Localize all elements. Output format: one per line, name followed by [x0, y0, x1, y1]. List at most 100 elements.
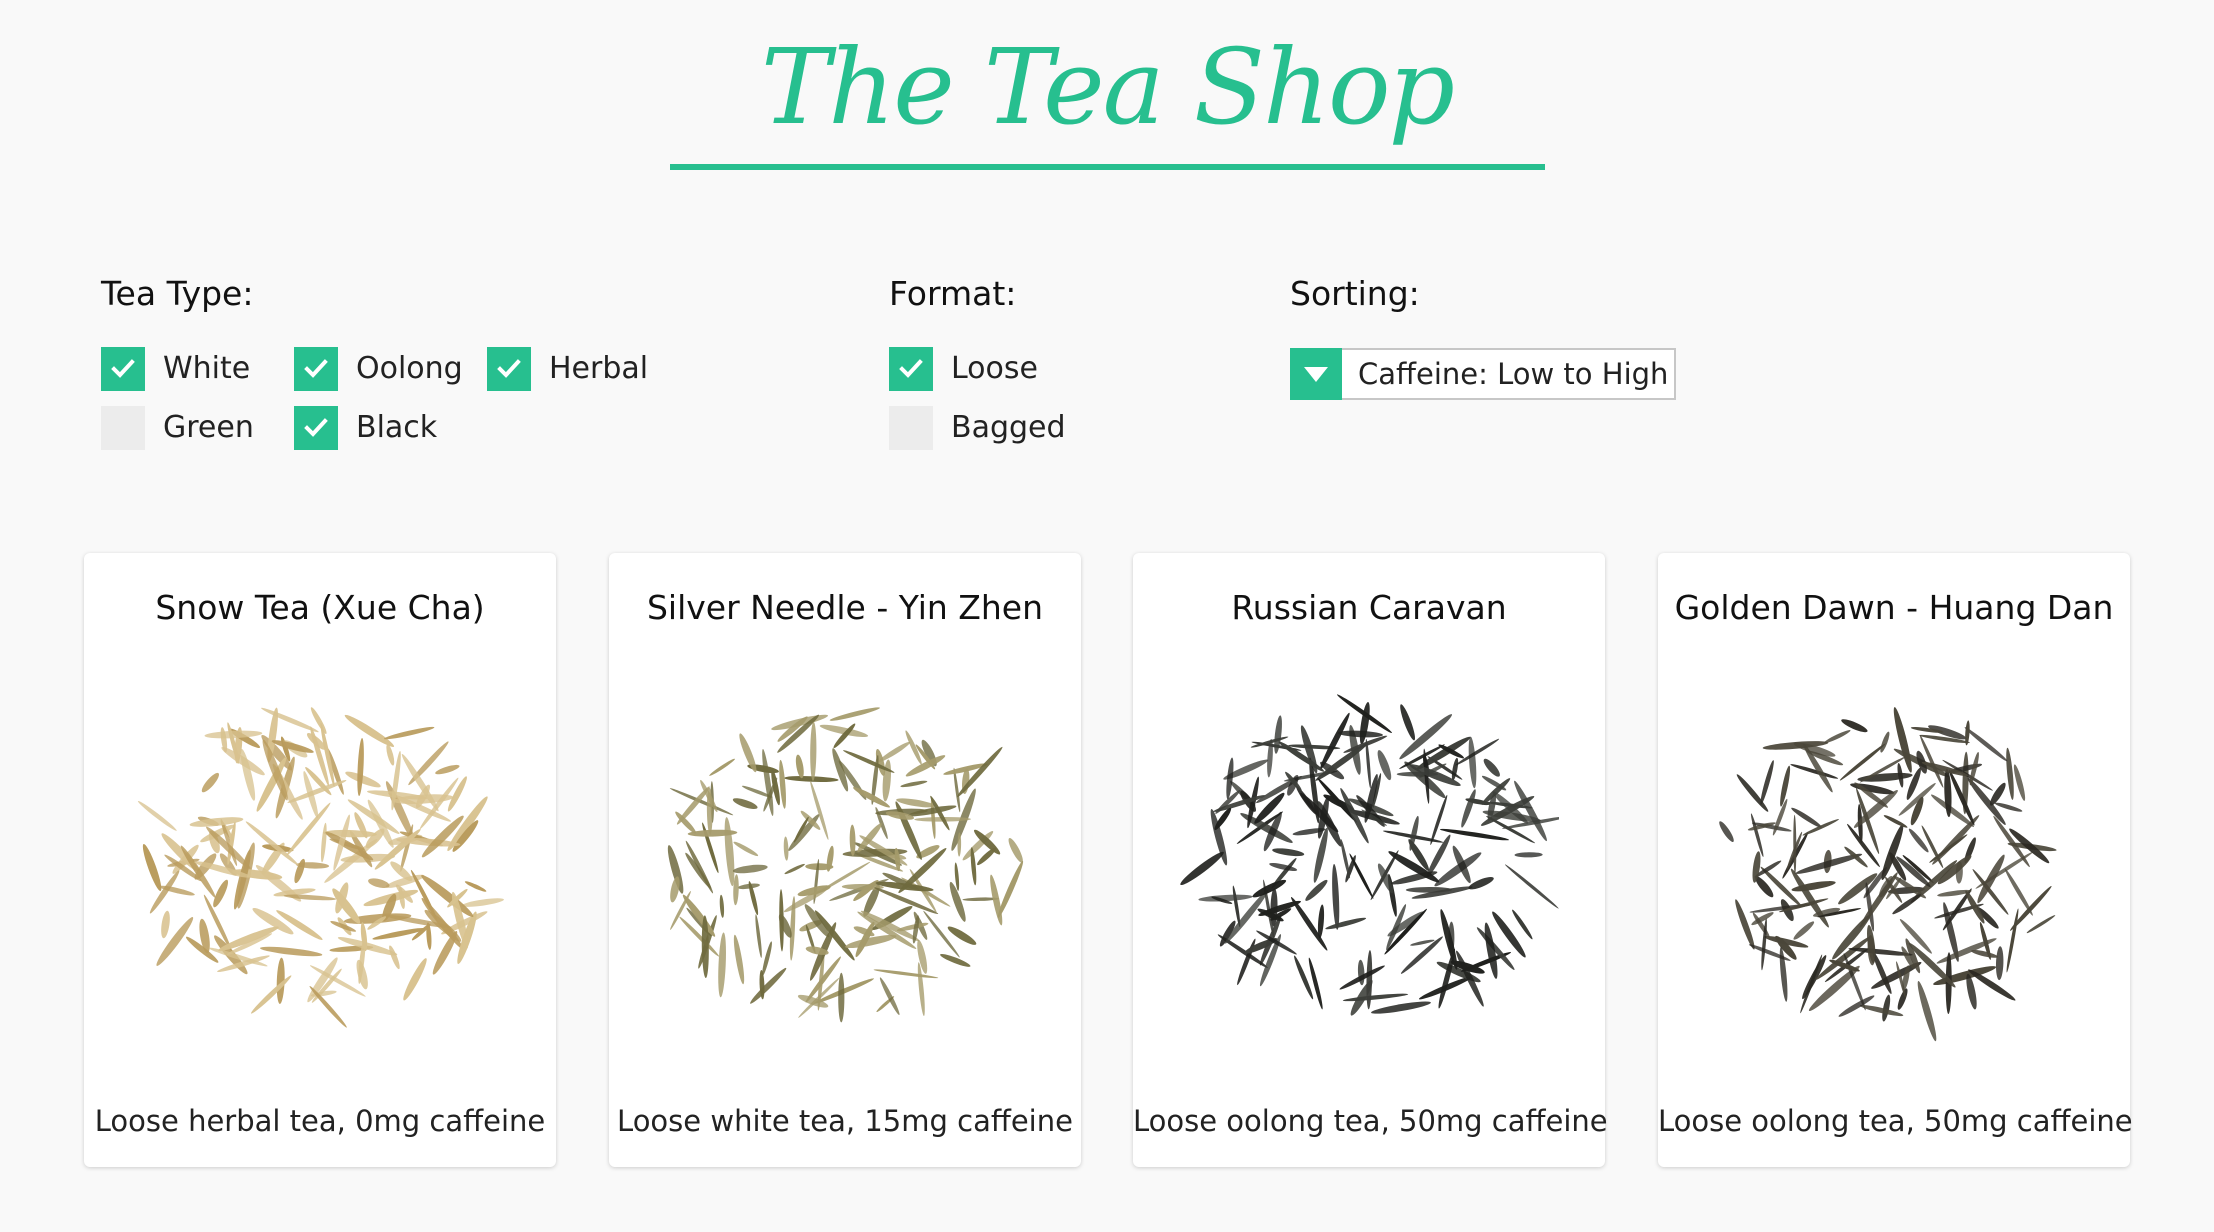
product-card[interactable]: Snow Tea (Xue Cha) Loose herbal tea, 0mg…: [84, 553, 556, 1167]
tea-leaf: [804, 904, 830, 938]
tea-leaf: [1366, 950, 1373, 1010]
tea-leaf: [719, 894, 725, 918]
tea-leaf: [2004, 868, 2033, 916]
tea-leaf: [970, 847, 977, 886]
product-description: Loose oolong tea, 50mg caffeine: [1658, 1104, 2133, 1138]
product-name[interactable]: Golden Dawn - Huang Dan: [1658, 587, 2130, 629]
tea-leaf: [1460, 952, 1512, 972]
tea-leaf: [905, 730, 922, 765]
tea-leaf: [733, 934, 745, 985]
checkbox-bagged[interactable]: Bagged: [889, 406, 1066, 450]
product-card[interactable]: Russian Caravan Loose oolong tea, 50mg c…: [1133, 553, 1608, 1167]
tea-leaf: [1213, 795, 1266, 812]
tea-leaf: [1971, 949, 1999, 958]
tea-leaf: [1180, 851, 1224, 886]
tea-leaf: [356, 959, 368, 990]
tea-leaf: [1995, 946, 2004, 981]
checkbox-herbal[interactable]: Herbal: [487, 347, 648, 391]
tea-leaf: [810, 721, 817, 781]
tea-leaf: [685, 852, 712, 889]
tea-leaf: [1217, 934, 1268, 968]
checkbox-box[interactable]: [294, 406, 338, 450]
sorting-selected-value: Caffeine: Low to High: [1358, 357, 1669, 391]
tea-leaf: [403, 958, 427, 1001]
tea-leaf: [940, 953, 971, 967]
tea-leaf: [732, 798, 758, 810]
checkbox-black[interactable]: Black: [294, 406, 437, 450]
tea-leaf: [1340, 838, 1350, 879]
tea-leaf: [204, 730, 263, 739]
checkbox-green[interactable]: Green: [101, 406, 254, 450]
tea-leaf: [1377, 750, 1392, 781]
tea-leaves-image: [1719, 707, 2057, 1042]
tea-leaf: [1514, 852, 1543, 858]
product-card[interactable]: Golden Dawn - Huang Dan Loose oolong tea…: [1658, 553, 2133, 1167]
tea-leaf: [389, 945, 400, 970]
tea-leaf: [669, 788, 734, 816]
sorting-select[interactable]: Caffeine: Low to High: [1290, 348, 1676, 400]
tea-leaf: [733, 841, 759, 857]
tea-leaf: [1430, 794, 1448, 845]
tea-leaf: [739, 733, 757, 773]
tea-leaf: [732, 864, 768, 874]
shop-logo-title[interactable]: The Tea Shop: [0, 22, 2214, 152]
dropdown-arrow-icon[interactable]: [1290, 348, 1342, 400]
tea-leaf: [2006, 747, 2014, 800]
checkbox-box[interactable]: [294, 347, 338, 391]
checkbox-box[interactable]: [101, 406, 145, 450]
product-name[interactable]: Silver Needle - Yin Zhen: [609, 587, 1081, 629]
triangle-down-icon: [1304, 367, 1328, 382]
checkbox-label: Loose: [951, 351, 1038, 386]
product-card[interactable]: Silver Needle - Yin Zhen Loose white tea…: [609, 553, 1081, 1167]
tea-leaf: [1456, 950, 1484, 1007]
tea-leaf: [1966, 973, 1977, 1010]
tea-leaf: [435, 764, 460, 775]
checkmark-icon: [111, 359, 135, 378]
checkmark-icon: [304, 359, 328, 378]
checkbox-box[interactable]: [101, 347, 145, 391]
tea-leaf: [1325, 917, 1367, 930]
checkbox-white[interactable]: White: [101, 347, 250, 391]
tea-leaf: [849, 824, 856, 856]
tea-leaf: [810, 780, 829, 840]
tea-leaf: [1780, 765, 1791, 807]
tea-leaf: [464, 881, 487, 892]
tea-leaf: [1859, 1004, 1904, 1017]
checkbox-box[interactable]: [487, 347, 531, 391]
tea-leaf: [344, 714, 395, 747]
tea-leaf: [1793, 921, 1815, 940]
tea-leaf: [408, 741, 449, 786]
tea-leaf: [447, 776, 467, 812]
tea-leaf: [137, 800, 177, 831]
tea-leaf: [2013, 764, 2026, 801]
checkbox-oolong[interactable]: Oolong: [294, 347, 463, 391]
tea-leaf: [900, 780, 928, 788]
checkmark-icon: [497, 359, 521, 378]
tea-leaf: [161, 910, 170, 939]
tea-leaf: [461, 898, 504, 907]
tea-leaf: [912, 915, 920, 944]
tea-leaf: [1377, 863, 1394, 894]
tea-leaf: [750, 967, 787, 1004]
tea-leaf: [1883, 815, 1908, 828]
tea-leaves-image: [137, 707, 504, 1028]
tea-leaf: [762, 941, 772, 977]
tea-leaf: [709, 758, 735, 776]
tea-leaf: [384, 726, 435, 740]
tea-leaf: [240, 749, 256, 801]
title-underline: [670, 164, 1545, 170]
tea-leaf: [320, 822, 327, 863]
tea-leaf: [1908, 828, 1929, 853]
tea-leaf: [386, 744, 395, 766]
product-name[interactable]: Snow Tea (Xue Cha): [84, 587, 556, 629]
tea-leaf: [1857, 772, 1913, 782]
tea-leaf: [1880, 731, 1890, 753]
checkmark-icon: [304, 418, 328, 437]
product-name[interactable]: Russian Caravan: [1133, 587, 1605, 629]
checkbox-box[interactable]: [889, 406, 933, 450]
tea-leaf: [251, 975, 292, 1014]
tea-leaf: [896, 798, 935, 808]
checkbox-loose[interactable]: Loose: [889, 347, 1038, 391]
tea-leaf: [1439, 828, 1510, 841]
checkbox-box[interactable]: [889, 347, 933, 391]
